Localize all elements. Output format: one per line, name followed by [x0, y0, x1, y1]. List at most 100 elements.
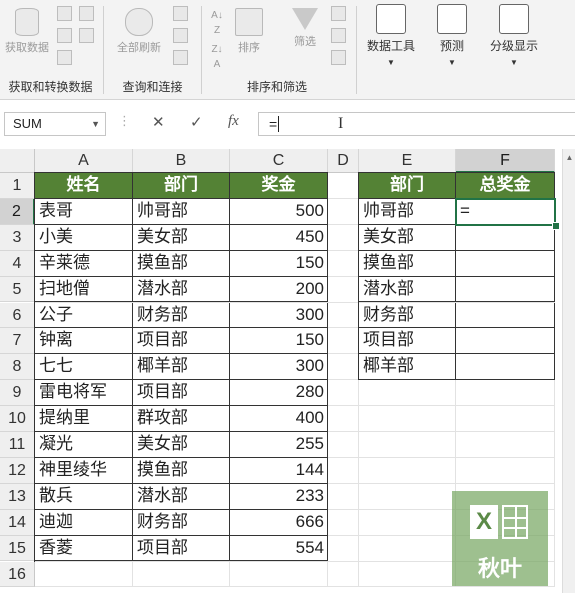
sort-button[interactable]: 排序	[231, 8, 267, 56]
queries-connections-icon[interactable]	[173, 6, 188, 21]
table1-cell[interactable]: 公子	[35, 302, 133, 329]
table1-cell[interactable]: 潜水部	[133, 483, 230, 510]
table1-cell[interactable]: 400	[230, 406, 328, 432]
table2-cell[interactable]: 美女部	[359, 224, 456, 251]
active-cell[interactable]	[455, 197, 556, 226]
vertical-scrollbar[interactable]: ▲	[562, 149, 575, 593]
row-header-15[interactable]: 15	[0, 535, 35, 562]
row-header-7[interactable]: 7	[0, 328, 35, 355]
row-header-1[interactable]: 1	[0, 173, 35, 199]
row-header-9[interactable]: 9	[0, 380, 35, 407]
properties-icon[interactable]	[173, 28, 188, 43]
column-header-f[interactable]: F	[456, 149, 555, 173]
table1-cell[interactable]: 小美	[35, 224, 133, 251]
table2-cell[interactable]	[456, 276, 555, 303]
table1-cell[interactable]: 280	[230, 380, 328, 407]
existing-connections-icon[interactable]	[79, 28, 94, 43]
table1-cell[interactable]: 扫地僧	[35, 276, 133, 303]
table1-cell[interactable]: 美女部	[133, 224, 230, 251]
table1-cell[interactable]: 群攻部	[133, 406, 230, 432]
table1-cell[interactable]: 七七	[35, 354, 133, 381]
table2-header-cell[interactable]: 总奖金	[456, 173, 555, 199]
table1-cell[interactable]: 150	[230, 250, 328, 277]
from-text-icon[interactable]	[57, 6, 72, 21]
table2-cell[interactable]: 椰羊部	[359, 354, 456, 381]
table1-cell[interactable]: 美女部	[133, 432, 230, 458]
row-header-10[interactable]: 10	[0, 406, 35, 432]
table1-cell[interactable]: 300	[230, 302, 328, 329]
row-header-16[interactable]: 16	[0, 561, 35, 588]
table1-header-cell[interactable]: 部门	[133, 173, 230, 199]
table2-cell[interactable]	[456, 328, 555, 355]
table1-cell[interactable]: 潜水部	[133, 276, 230, 303]
reapply-icon[interactable]	[331, 28, 346, 43]
table2-cell[interactable]: 财务部	[359, 302, 456, 329]
table1-cell[interactable]: 散兵	[35, 483, 133, 510]
table1-cell[interactable]: 摸鱼部	[133, 457, 230, 484]
table1-cell[interactable]: 233	[230, 483, 328, 510]
row-header-6[interactable]: 6	[0, 302, 35, 329]
table1-cell[interactable]: 554	[230, 535, 328, 562]
recent-sources-icon[interactable]	[79, 6, 94, 21]
table1-cell[interactable]: 项目部	[133, 380, 230, 407]
table2-cell[interactable]: 摸鱼部	[359, 250, 456, 277]
column-header-a[interactable]: A	[35, 149, 133, 173]
forecast-button[interactable]: 预测 ▼	[430, 4, 474, 70]
table1-cell[interactable]: 150	[230, 328, 328, 355]
data-tools-button[interactable]: 数据工具 ▼	[362, 4, 420, 70]
outline-button[interactable]: 分级显示 ▼	[484, 4, 544, 70]
column-header-d[interactable]: D	[328, 149, 359, 173]
row-header-12[interactable]: 12	[0, 457, 35, 484]
table1-header-cell[interactable]: 姓名	[35, 173, 133, 199]
get-data-button[interactable]: 获取数据	[4, 8, 50, 56]
table1-cell[interactable]: 财务部	[133, 302, 230, 329]
from-web-icon[interactable]	[57, 28, 72, 43]
row-header-8[interactable]: 8	[0, 354, 35, 381]
filter-button[interactable]: 筛选	[285, 8, 325, 50]
row-header-4[interactable]: 4	[0, 250, 35, 277]
name-box[interactable]: SUM ▼	[4, 112, 106, 136]
table1-header-cell[interactable]: 奖金	[230, 173, 328, 199]
table1-cell[interactable]: 雷电将军	[35, 380, 133, 407]
table2-cell[interactable]: 帅哥部	[359, 198, 456, 225]
select-all-corner[interactable]	[0, 149, 35, 173]
row-header-3[interactable]: 3	[0, 224, 35, 251]
table2-cell[interactable]	[456, 250, 555, 277]
cancel-icon[interactable]: ✕	[152, 113, 165, 131]
table1-cell[interactable]: 500	[230, 198, 328, 225]
table1-cell[interactable]: 香菱	[35, 535, 133, 562]
sort-az-button[interactable]: A↓ Z	[207, 8, 227, 38]
clear-filter-icon[interactable]	[331, 6, 346, 21]
formula-input[interactable]: =	[258, 112, 575, 136]
sort-za-button[interactable]: Z↓ A	[207, 42, 227, 72]
table1-cell[interactable]: 帅哥部	[133, 198, 230, 225]
row-header-13[interactable]: 13	[0, 483, 35, 510]
table1-cell[interactable]: 200	[230, 276, 328, 303]
table1-cell[interactable]: 450	[230, 224, 328, 251]
advanced-filter-icon[interactable]	[331, 50, 346, 65]
refresh-all-button[interactable]: 全部刷新	[109, 8, 169, 56]
scroll-up-icon[interactable]: ▲	[563, 153, 575, 162]
row-header-14[interactable]: 14	[0, 509, 35, 536]
edit-links-icon[interactable]	[173, 50, 188, 65]
table1-cell[interactable]: 提纳里	[35, 406, 133, 432]
row-header-5[interactable]: 5	[0, 276, 35, 303]
row-header-2[interactable]: 2	[0, 198, 35, 225]
row-header-11[interactable]: 11	[0, 432, 35, 458]
table1-cell[interactable]: 迪迦	[35, 509, 133, 536]
table1-cell[interactable]: 神里绫华	[35, 457, 133, 484]
table2-cell[interactable]	[456, 302, 555, 329]
table1-cell[interactable]: 钟离	[35, 328, 133, 355]
table2-header-cell[interactable]: 部门	[359, 173, 456, 199]
table2-cell[interactable]	[456, 224, 555, 251]
table2-cell[interactable]	[456, 354, 555, 381]
table1-cell[interactable]: 144	[230, 457, 328, 484]
from-table-icon[interactable]	[57, 50, 72, 65]
table2-cell[interactable]: 潜水部	[359, 276, 456, 303]
insert-function-icon[interactable]: fx	[228, 113, 239, 130]
column-header-e[interactable]: E	[359, 149, 456, 173]
table1-cell[interactable]: 666	[230, 509, 328, 536]
column-header-b[interactable]: B	[133, 149, 230, 173]
table1-cell[interactable]: 表哥	[35, 198, 133, 225]
table1-cell[interactable]: 椰羊部	[133, 354, 230, 381]
